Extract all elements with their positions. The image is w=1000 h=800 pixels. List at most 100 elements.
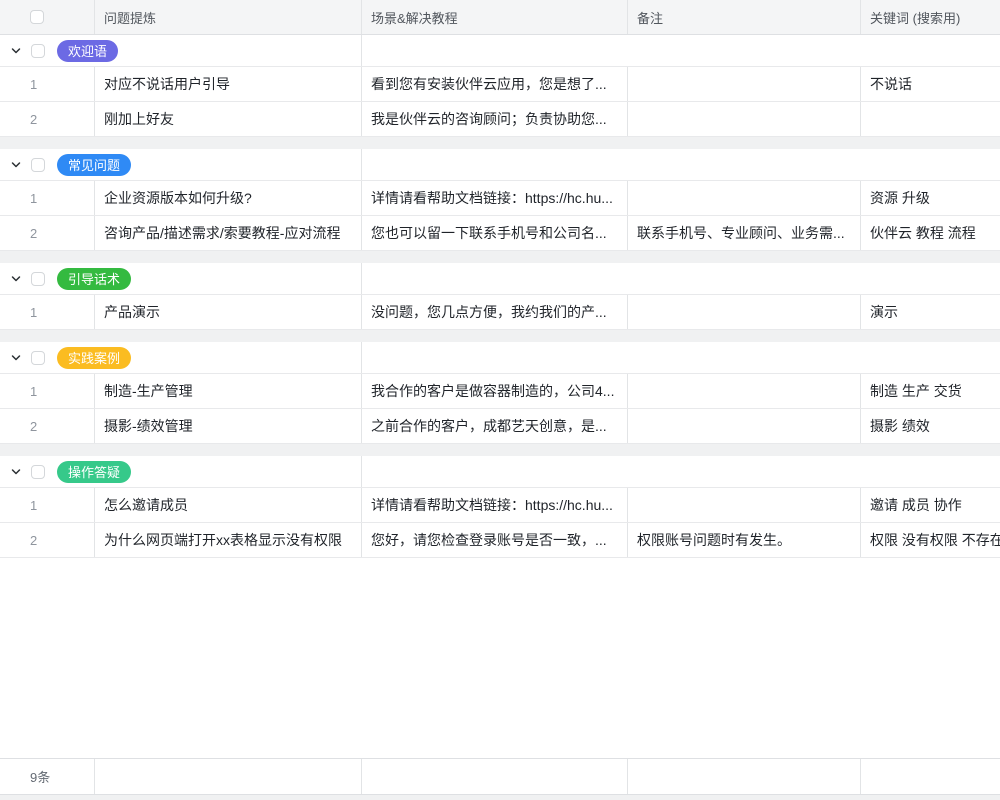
cell-keywords[interactable]: 权限 没有权限 不存在 bbox=[861, 523, 1000, 557]
table-row[interactable]: 1 企业资源版本如何升级? 详情请看帮助文档链接：https://hc.hu..… bbox=[0, 181, 1000, 216]
row-group: 欢迎语 1 对应不说话用户引导 看到您有安装伙伴云应用，您是想了... 不说话 … bbox=[0, 35, 1000, 137]
group-header-row[interactable]: 常见问题 bbox=[0, 149, 1000, 181]
group-rows: 1 怎么邀请成员 详情请看帮助文档链接：https://hc.hu... 邀请 … bbox=[0, 488, 1000, 558]
group-checkbox[interactable] bbox=[31, 272, 45, 286]
column-header-scenario[interactable]: 场景&解决教程 bbox=[362, 0, 628, 34]
cell-note[interactable]: 联系手机号、专业顾问、业务需... bbox=[628, 216, 861, 250]
group-checkbox[interactable] bbox=[31, 158, 45, 172]
table-row[interactable]: 1 怎么邀请成员 详情请看帮助文档链接：https://hc.hu... 邀请 … bbox=[0, 488, 1000, 523]
cell-question[interactable]: 刚加上好友 bbox=[95, 102, 362, 136]
chevron-down-icon[interactable] bbox=[10, 352, 22, 364]
cell-scenario[interactable]: 我合作的客户是做容器制造的，公司4... bbox=[362, 374, 628, 408]
row-number: 1 bbox=[0, 488, 95, 522]
table-row[interactable]: 2 咨询产品/描述需求/索要教程-应对流程 您也可以留一下联系手机号和公司名..… bbox=[0, 216, 1000, 251]
cell-note[interactable] bbox=[628, 67, 861, 101]
group-rows: 1 制造-生产管理 我合作的客户是做容器制造的，公司4... 制造 生产 交货 … bbox=[0, 374, 1000, 444]
chevron-down-icon[interactable] bbox=[10, 45, 22, 57]
footer-cell bbox=[861, 759, 1000, 794]
empty-canvas bbox=[0, 558, 1000, 758]
cell-keywords[interactable]: 制造 生产 交货 bbox=[861, 374, 1000, 408]
row-group: 操作答疑 1 怎么邀请成员 详情请看帮助文档链接：https://hc.hu..… bbox=[0, 456, 1000, 558]
group-badge: 操作答疑 bbox=[57, 461, 131, 483]
table-header: 问题提炼 场景&解决教程 备注 关键词 (搜索用) bbox=[0, 0, 1000, 35]
cell-scenario[interactable]: 没问题，您几点方便，我约我们的产... bbox=[362, 295, 628, 329]
group-rows: 1 企业资源版本如何升级? 详情请看帮助文档链接：https://hc.hu..… bbox=[0, 181, 1000, 251]
group-checkbox[interactable] bbox=[31, 465, 45, 479]
cell-question[interactable]: 企业资源版本如何升级? bbox=[95, 181, 362, 215]
cell-question[interactable]: 为什么网页端打开xx表格显示没有权限 bbox=[95, 523, 362, 557]
group-gap bbox=[0, 444, 1000, 456]
cell-question[interactable]: 产品演示 bbox=[95, 295, 362, 329]
group-header-right bbox=[362, 263, 1000, 294]
table-row[interactable]: 2 刚加上好友 我是伙伴云的咨询顾问；负责协助您... bbox=[0, 102, 1000, 137]
cell-scenario[interactable]: 您也可以留一下联系手机号和公司名... bbox=[362, 216, 628, 250]
group-gap bbox=[0, 137, 1000, 149]
group-header-right bbox=[362, 342, 1000, 373]
group-badge: 引导话术 bbox=[57, 268, 131, 290]
cell-question[interactable]: 怎么邀请成员 bbox=[95, 488, 362, 522]
table-row[interactable]: 2 为什么网页端打开xx表格显示没有权限 您好，请您检查登录账号是否一致，...… bbox=[0, 523, 1000, 558]
table-footer: 9条 bbox=[0, 758, 1000, 795]
row-number: 2 bbox=[0, 102, 95, 136]
cell-keywords[interactable]: 演示 bbox=[861, 295, 1000, 329]
footer-cell bbox=[362, 759, 628, 794]
table-row[interactable]: 2 摄影-绩效管理 之前合作的客户，成都艺天创意，是... 摄影 绩效 bbox=[0, 409, 1000, 444]
group-header-left: 常见问题 bbox=[0, 149, 362, 180]
column-header-note[interactable]: 备注 bbox=[628, 0, 861, 34]
group-header-left: 操作答疑 bbox=[0, 456, 362, 487]
row-number: 1 bbox=[0, 295, 95, 329]
row-number: 2 bbox=[0, 216, 95, 250]
group-checkbox[interactable] bbox=[31, 44, 45, 58]
cell-keywords[interactable]: 摄影 绩效 bbox=[861, 409, 1000, 443]
group-rows: 1 对应不说话用户引导 看到您有安装伙伴云应用，您是想了... 不说话 2 刚加… bbox=[0, 67, 1000, 137]
cell-keywords[interactable]: 资源 升级 bbox=[861, 181, 1000, 215]
table-row[interactable]: 1 制造-生产管理 我合作的客户是做容器制造的，公司4... 制造 生产 交货 bbox=[0, 374, 1000, 409]
cell-note[interactable] bbox=[628, 102, 861, 136]
cell-question[interactable]: 摄影-绩效管理 bbox=[95, 409, 362, 443]
table-row[interactable]: 1 对应不说话用户引导 看到您有安装伙伴云应用，您是想了... 不说话 bbox=[0, 67, 1000, 102]
cell-scenario[interactable]: 您好，请您检查登录账号是否一致，... bbox=[362, 523, 628, 557]
cell-scenario[interactable]: 详情请看帮助文档链接：https://hc.hu... bbox=[362, 488, 628, 522]
bottom-strip bbox=[0, 795, 1000, 800]
cell-note[interactable] bbox=[628, 409, 861, 443]
cell-note[interactable] bbox=[628, 374, 861, 408]
group-header-row[interactable]: 欢迎语 bbox=[0, 35, 1000, 67]
row-number: 1 bbox=[0, 181, 95, 215]
cell-note[interactable] bbox=[628, 181, 861, 215]
group-header-row[interactable]: 实践案例 bbox=[0, 342, 1000, 374]
row-number: 2 bbox=[0, 523, 95, 557]
row-group: 引导话术 1 产品演示 没问题，您几点方便，我约我们的产... 演示 bbox=[0, 263, 1000, 330]
table-row[interactable]: 1 产品演示 没问题，您几点方便，我约我们的产... 演示 bbox=[0, 295, 1000, 330]
group-badge: 欢迎语 bbox=[57, 40, 118, 62]
cell-scenario[interactable]: 详情请看帮助文档链接：https://hc.hu... bbox=[362, 181, 628, 215]
column-header-keywords[interactable]: 关键词 (搜索用) bbox=[861, 0, 1000, 34]
select-all-cell bbox=[0, 0, 95, 34]
cell-keywords[interactable]: 伙伴云 教程 流程 bbox=[861, 216, 1000, 250]
cell-scenario[interactable]: 我是伙伴云的咨询顾问；负责协助您... bbox=[362, 102, 628, 136]
cell-scenario[interactable]: 看到您有安装伙伴云应用，您是想了... bbox=[362, 67, 628, 101]
groups-container: 欢迎语 1 对应不说话用户引导 看到您有安装伙伴云应用，您是想了... 不说话 … bbox=[0, 35, 1000, 558]
cell-keywords[interactable]: 不说话 bbox=[861, 67, 1000, 101]
group-badge: 实践案例 bbox=[57, 347, 131, 369]
chevron-down-icon[interactable] bbox=[10, 466, 22, 478]
cell-question[interactable]: 对应不说话用户引导 bbox=[95, 67, 362, 101]
column-header-question[interactable]: 问题提炼 bbox=[95, 0, 362, 34]
group-badge: 常见问题 bbox=[57, 154, 131, 176]
cell-keywords[interactable] bbox=[861, 102, 1000, 136]
group-header-right bbox=[362, 149, 1000, 180]
chevron-down-icon[interactable] bbox=[10, 273, 22, 285]
select-all-checkbox[interactable] bbox=[30, 10, 44, 24]
row-group: 常见问题 1 企业资源版本如何升级? 详情请看帮助文档链接：https://hc… bbox=[0, 149, 1000, 251]
chevron-down-icon[interactable] bbox=[10, 159, 22, 171]
group-header-row[interactable]: 操作答疑 bbox=[0, 456, 1000, 488]
group-checkbox[interactable] bbox=[31, 351, 45, 365]
cell-note[interactable] bbox=[628, 488, 861, 522]
cell-scenario[interactable]: 之前合作的客户，成都艺天创意，是... bbox=[362, 409, 628, 443]
cell-keywords[interactable]: 邀请 成员 协作 bbox=[861, 488, 1000, 522]
cell-note[interactable]: 权限账号问题时有发生。 bbox=[628, 523, 861, 557]
cell-question[interactable]: 咨询产品/描述需求/索要教程-应对流程 bbox=[95, 216, 362, 250]
group-header-row[interactable]: 引导话术 bbox=[0, 263, 1000, 295]
cell-question[interactable]: 制造-生产管理 bbox=[95, 374, 362, 408]
row-number: 1 bbox=[0, 67, 95, 101]
cell-note[interactable] bbox=[628, 295, 861, 329]
